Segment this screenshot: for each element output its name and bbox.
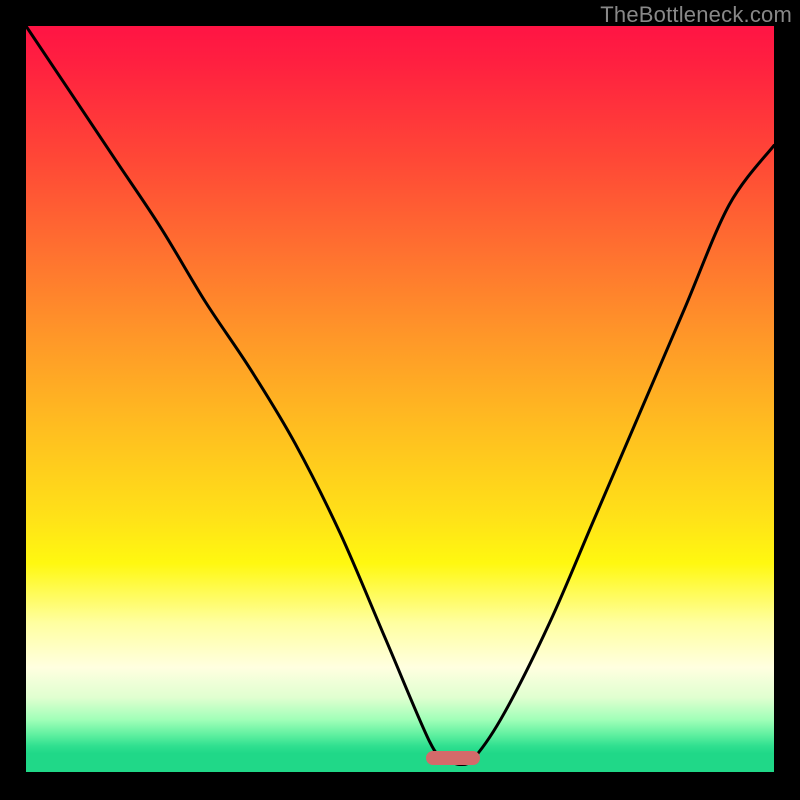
background-gradient — [26, 26, 774, 772]
frame-bottom — [0, 772, 800, 800]
chart-stage: TheBottleneck.com — [0, 0, 800, 800]
frame-left — [0, 0, 26, 800]
frame-right — [774, 0, 800, 800]
optimal-marker — [426, 751, 480, 765]
watermark-text: TheBottleneck.com — [600, 2, 792, 28]
